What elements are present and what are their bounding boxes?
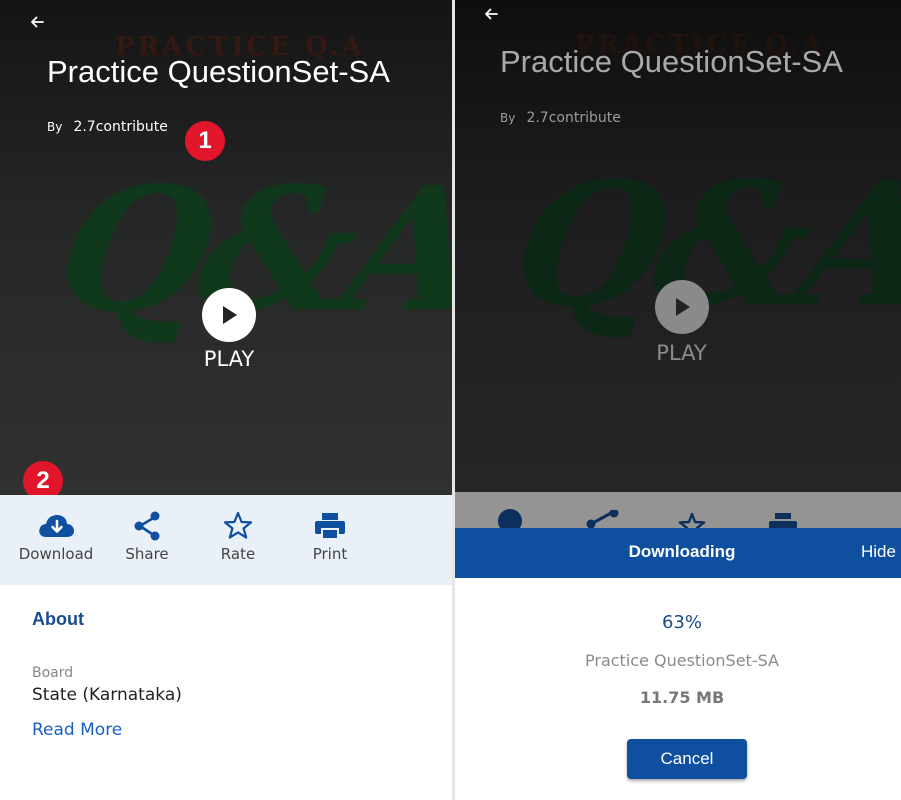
print-icon (769, 513, 797, 528)
download-dialog-title: Downloading (628, 542, 736, 561)
rate-button[interactable]: Rate (198, 509, 278, 563)
download-button[interactable]: Download (16, 509, 96, 563)
share-label: Share (125, 545, 169, 563)
star-icon (678, 512, 706, 528)
back-arrow-icon[interactable] (28, 13, 46, 31)
byline: By 2.7contribute (47, 116, 168, 135)
download-progress-percent: 63% (661, 612, 702, 633)
share-button[interactable]: Share (107, 509, 187, 563)
content-title: Practice QuestionSet-SA (500, 44, 843, 79)
play-icon (676, 298, 690, 316)
author-name: 2.7contribute (73, 119, 168, 135)
print-button[interactable]: Print (290, 509, 370, 563)
content-hero-dimmed: PRACTICE Q.A Q&A Practice QuestionSet-SA… (455, 0, 901, 492)
annotation-badge-2: 2 (23, 461, 63, 495)
play-button[interactable] (202, 288, 256, 342)
annotation-badge-1: 1 (185, 121, 225, 161)
rate-label: Rate (220, 545, 256, 563)
download-label: Download (18, 545, 94, 563)
author-name: 2.7contribute (526, 110, 621, 126)
play-icon (223, 306, 237, 324)
download-size: 11.75 MB (639, 688, 725, 707)
cancel-button[interactable]: Cancel (627, 739, 747, 779)
hide-button[interactable]: Hide (861, 542, 896, 562)
print-label: Print (312, 545, 348, 563)
play-label: PLAY (656, 341, 707, 365)
about-heading: About (32, 609, 84, 629)
print-icon (315, 513, 345, 540)
share-icon (586, 510, 619, 528)
board-value: State (Karnataka) (32, 685, 182, 705)
download-content-name: Practice QuestionSet-SA (585, 651, 779, 670)
action-bar: Download Share Rate Print (0, 495, 452, 585)
share-icon (134, 511, 160, 541)
by-label: By (500, 111, 516, 125)
download-dialog-header: Downloading Hide (455, 528, 901, 578)
play-label[interactable]: PLAY (0, 347, 452, 371)
action-bar-dimmed (455, 492, 901, 528)
content-hero: PRACTICE Q.A Q&A Practice QuestionSet-SA… (0, 0, 452, 495)
read-more-link[interactable]: Read More (32, 720, 122, 740)
by-label: By (47, 120, 63, 134)
cloud-download-icon (39, 515, 74, 537)
cloud-download-icon (498, 509, 522, 528)
byline: By 2.7contribute (500, 107, 621, 126)
back-arrow-icon[interactable] (482, 5, 500, 23)
board-label: Board (32, 665, 74, 681)
star-icon (223, 511, 253, 539)
content-detail-screen: PRACTICE Q.A Q&A Practice QuestionSet-SA… (0, 0, 452, 800)
content-title: Practice QuestionSet-SA (47, 54, 390, 89)
play-button (655, 280, 709, 334)
downloading-screen: PRACTICE Q.A Q&A Practice QuestionSet-SA… (455, 0, 901, 800)
